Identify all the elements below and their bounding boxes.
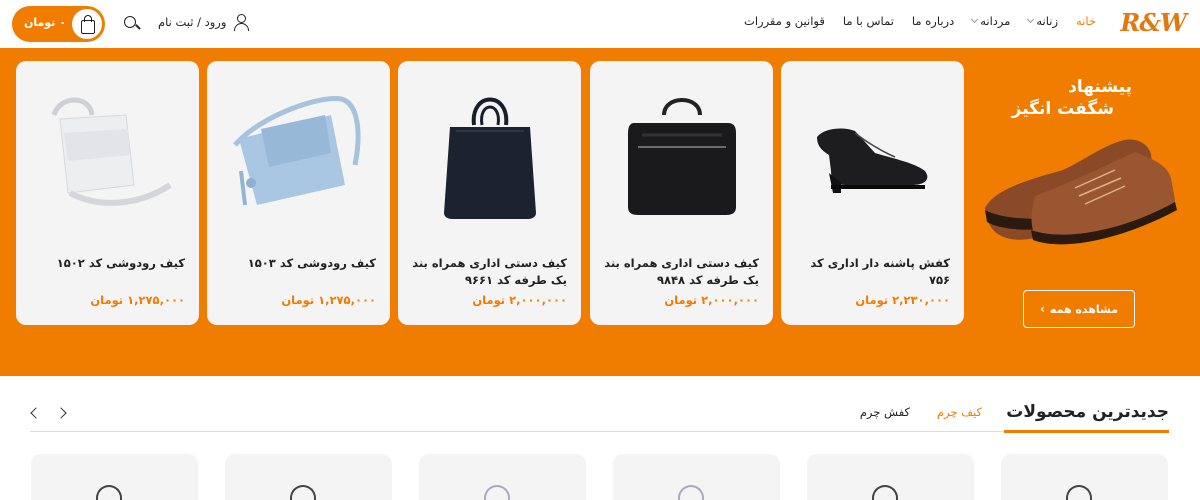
product-price: ۲,۰۰۰,۰۰۰ تومان [472, 293, 567, 307]
chevron-down-icon [971, 15, 979, 24]
nav-label: درباره ما [911, 14, 955, 28]
cart-total: ۰ تومان [24, 16, 66, 29]
site-header: R&W خانه زنانه مردانه درباره ما تماس با … [0, 0, 1200, 48]
product-price: ۱,۲۷۵,۰۰۰ تومان [90, 293, 185, 307]
user-icon [232, 13, 250, 31]
bag-image [290, 485, 316, 500]
product-card[interactable]: کفش پاشنه دار اداری کد ۷۵۶ ۲,۲۳۰,۰۰۰ توم… [781, 61, 964, 325]
shopping-bag-icon [70, 7, 104, 41]
product-price: ۱,۲۷۵,۰۰۰ تومان [281, 293, 376, 307]
white-shoulder-bag-icon [51, 97, 172, 206]
newest-products-title: جدیدترین محصولات [1006, 402, 1169, 422]
search-icon[interactable] [123, 15, 141, 33]
nav-home[interactable]: خانه [1076, 14, 1096, 28]
product-name: کیف رودوشی کد ۱۵۰۲ [56, 256, 185, 270]
blue-shoulder-bag-icon [233, 95, 361, 206]
bag-image [872, 485, 898, 500]
nav-label: خانه [1076, 14, 1096, 28]
section-divider [30, 431, 1168, 432]
product-name: کفش پاشنه دار اداری کد ۷۵۶ [810, 256, 950, 287]
brown-oxford-shoes-icon [985, 139, 1177, 245]
nav-label: قوانین و مقررات [744, 14, 825, 28]
tab-leather-bag[interactable]: کیف چرم [937, 405, 982, 419]
login-label: ورود / ثبت نام [158, 15, 227, 29]
product-card[interactable]: کیف دستی اداری همراه بند یک طرفه کد ۹۶۶۱… [398, 61, 581, 325]
nav-about[interactable]: درباره ما [912, 14, 954, 28]
chevron-left-icon: › [1039, 302, 1045, 316]
product-card[interactable]: کیف دستی اداری همراه بند یک طرفه کد ۹۸۴۸… [590, 61, 773, 325]
product-card[interactable] [419, 454, 586, 500]
section-title-underline [1004, 430, 1169, 433]
black-briefcase-icon [628, 98, 736, 215]
product-name: کیف رودوشی کد ۱۵۰۳ [247, 256, 376, 270]
cart-button[interactable]: ۰ تومان [12, 6, 105, 42]
black-shoe-icon [817, 128, 928, 193]
nav-label: تماس با ما [842, 14, 894, 28]
product-card[interactable]: کیف رودوشی کد ۱۵۰۲ ۱,۲۷۵,۰۰۰ تومان [16, 61, 199, 325]
login-link[interactable]: ورود / ثبت نام [158, 13, 250, 31]
chevron-right-icon[interactable] [56, 406, 70, 420]
product-name: کیف دستی اداری همراه بند یک طرفه کد ۹۶۶۱ [412, 256, 567, 287]
product-card[interactable]: کیف رودوشی کد ۱۵۰۳ ۱,۲۷۵,۰۰۰ تومان [207, 61, 390, 325]
product-card[interactable] [1001, 454, 1168, 500]
chevron-down-icon [1027, 15, 1035, 24]
nav-label: مردانه [980, 14, 1011, 28]
product-card[interactable] [807, 454, 974, 500]
promo-title-line1: پیشنهاد [1068, 77, 1132, 97]
nav-label: زنانه [1036, 14, 1059, 28]
site-logo[interactable]: R&W [1106, 8, 1187, 38]
bag-image [96, 485, 122, 500]
product-price: ۲,۰۰۰,۰۰۰ تومان [664, 293, 759, 307]
promo-title-line2: شگفت انگیز [1011, 99, 1114, 119]
tab-leather-shoe[interactable]: کفش چرم [860, 405, 910, 419]
nav-men[interactable]: مردانه [971, 14, 1011, 28]
bag-image [678, 485, 704, 500]
product-card[interactable] [31, 454, 198, 500]
chevron-left-icon[interactable] [28, 406, 42, 420]
nav-women[interactable]: زنانه [1027, 14, 1059, 28]
main-nav: خانه زنانه مردانه درباره ما تماس با ما ق… [744, 14, 1096, 28]
product-name: کیف دستی اداری همراه بند یک طرفه کد ۹۸۴۸ [604, 256, 759, 287]
view-all-label: مشاهده همه [1049, 302, 1119, 316]
navy-handbag-icon [444, 97, 536, 219]
bag-image [484, 485, 510, 500]
view-all-button[interactable]: مشاهده همه › [1023, 290, 1135, 328]
promo-title: پیشنهاد شگفت انگیز [1011, 76, 1132, 120]
bag-image [1066, 485, 1092, 500]
nav-contact[interactable]: تماس با ما [843, 14, 894, 28]
product-price: ۲,۲۳۰,۰۰۰ تومان [855, 293, 950, 307]
product-card[interactable] [613, 454, 780, 500]
nav-rules[interactable]: قوانین و مقررات [744, 14, 825, 28]
product-card[interactable] [225, 454, 392, 500]
